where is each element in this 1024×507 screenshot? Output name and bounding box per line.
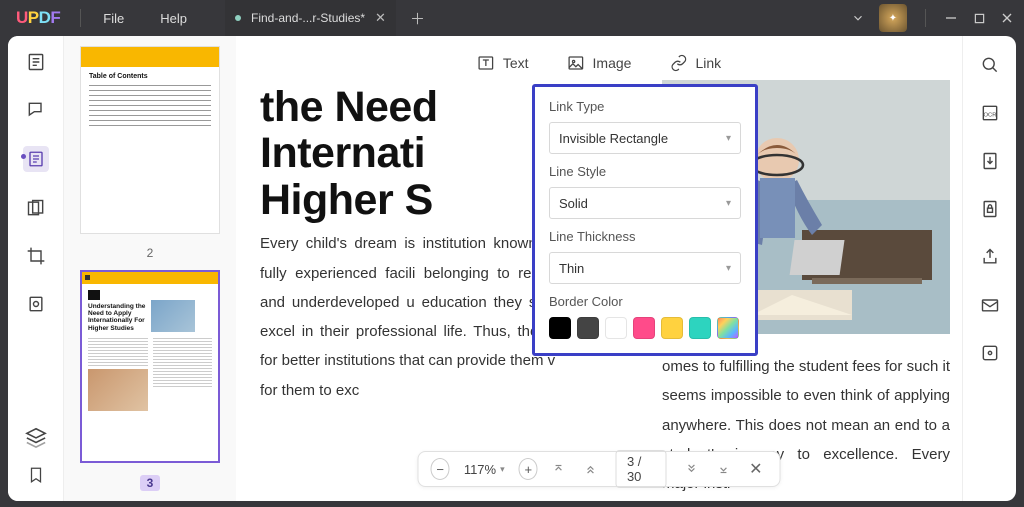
page-indicator[interactable]: 3 / 30 <box>616 450 666 488</box>
page-number: 3 <box>140 475 161 491</box>
text-icon <box>477 54 495 72</box>
zoom-in-button[interactable]: + <box>519 458 538 480</box>
organize-tool-icon[interactable] <box>24 196 48 220</box>
line-style-select[interactable]: Solid▾ <box>549 187 741 219</box>
color-swatch-row <box>549 317 741 339</box>
crop-tool-icon[interactable] <box>24 244 48 268</box>
thumbnail-panel: Table of Contents 2 Understanding the Ne… <box>64 36 236 501</box>
link-icon <box>669 54 687 72</box>
chevron-down-icon: ▾ <box>726 133 731 144</box>
color-swatch-teal[interactable] <box>689 317 711 339</box>
link-type-select[interactable]: Invisible Rectangle▾ <box>549 122 741 154</box>
right-tool-rail: OCR <box>962 36 1016 501</box>
chevron-down-icon: ▾ <box>726 198 731 209</box>
next-page-button[interactable] <box>680 462 702 476</box>
new-tab-button[interactable]: ＋ <box>410 8 425 29</box>
bookmark-icon[interactable] <box>24 463 48 487</box>
color-swatch-yellow[interactable] <box>661 317 683 339</box>
edit-link-button[interactable]: Link <box>669 54 721 72</box>
print-icon[interactable] <box>979 342 1001 364</box>
window-close-button[interactable] <box>1000 11 1014 25</box>
document-tab[interactable]: Find-and-...r-Studies* ✕ <box>225 0 396 36</box>
last-page-button[interactable] <box>712 462 734 476</box>
edit-toolbar: Text Image Link <box>459 44 739 82</box>
color-swatch-dark[interactable] <box>577 317 599 339</box>
convert-icon[interactable] <box>979 150 1001 172</box>
page-number: 2 <box>147 246 154 260</box>
page-nav-toolbar: − 117% ▾ + 3 / 30 ✕ <box>418 451 781 487</box>
color-swatch-custom[interactable] <box>717 317 739 339</box>
link-type-label: Link Type <box>549 99 741 114</box>
chevron-down-icon: ▾ <box>726 263 731 274</box>
zoom-level[interactable]: 117% ▾ <box>460 462 509 477</box>
thumb-toc-title: Table of Contents <box>89 73 211 80</box>
edit-image-label: Image <box>593 55 632 71</box>
divider <box>925 9 926 27</box>
search-icon[interactable] <box>979 54 1001 76</box>
color-swatch-pink[interactable] <box>633 317 655 339</box>
edit-text-button[interactable]: Text <box>477 54 529 72</box>
close-toolbar-button[interactable]: ✕ <box>744 459 767 479</box>
menu-help[interactable]: Help <box>142 11 205 26</box>
chevron-down-icon: ▾ <box>500 464 505 475</box>
menu-file[interactable]: File <box>85 11 142 26</box>
tool-icon[interactable] <box>24 292 48 316</box>
comment-tool-icon[interactable] <box>24 98 48 122</box>
page-thumbnail[interactable]: Understanding the Need to Apply Internat… <box>80 270 220 463</box>
border-color-label: Border Color <box>549 294 741 309</box>
line-thickness-label: Line Thickness <box>549 229 741 244</box>
zoom-out-button[interactable]: − <box>431 458 450 480</box>
share-icon[interactable] <box>979 246 1001 268</box>
page-thumbnail[interactable]: Table of Contents <box>80 46 220 234</box>
image-icon <box>567 54 585 72</box>
titlebar-dropdown-icon[interactable] <box>851 11 865 25</box>
link-properties-panel: Link Type Invisible Rectangle▾ Line Styl… <box>532 84 758 356</box>
tab-title: Find-and-...r-Studies* <box>251 11 365 25</box>
color-swatch-white[interactable] <box>605 317 627 339</box>
svg-text:OCR: OCR <box>983 112 996 118</box>
email-icon[interactable] <box>979 294 1001 316</box>
tab-close-icon[interactable]: ✕ <box>375 10 386 26</box>
left-tool-rail <box>8 36 64 501</box>
edit-tool-icon[interactable] <box>23 146 49 172</box>
thumb-title: Understanding the Need to Apply Internat… <box>88 303 146 333</box>
app-logo: UPDF <box>16 8 60 28</box>
edit-text-label: Text <box>503 55 529 71</box>
active-indicator <box>21 154 26 159</box>
tab-indicator-icon <box>235 15 241 21</box>
protect-icon[interactable] <box>979 198 1001 220</box>
first-page-button[interactable] <box>548 462 570 476</box>
edit-link-label: Link <box>695 55 721 71</box>
premium-badge-icon[interactable]: ✦ <box>879 4 907 32</box>
window-maximize-button[interactable] <box>972 11 986 25</box>
line-thickness-select[interactable]: Thin▾ <box>549 252 741 284</box>
window-minimize-button[interactable] <box>944 11 958 25</box>
edit-image-button[interactable]: Image <box>567 54 632 72</box>
divider <box>80 9 81 27</box>
layers-icon[interactable] <box>24 425 48 449</box>
ocr-icon[interactable]: OCR <box>979 102 1001 124</box>
document-canvas: Text Image Link the Need Internati Highe… <box>236 36 962 501</box>
reader-tool-icon[interactable] <box>24 50 48 74</box>
prev-page-button[interactable] <box>580 462 602 476</box>
line-style-label: Line Style <box>549 164 741 179</box>
color-swatch-black[interactable] <box>549 317 571 339</box>
